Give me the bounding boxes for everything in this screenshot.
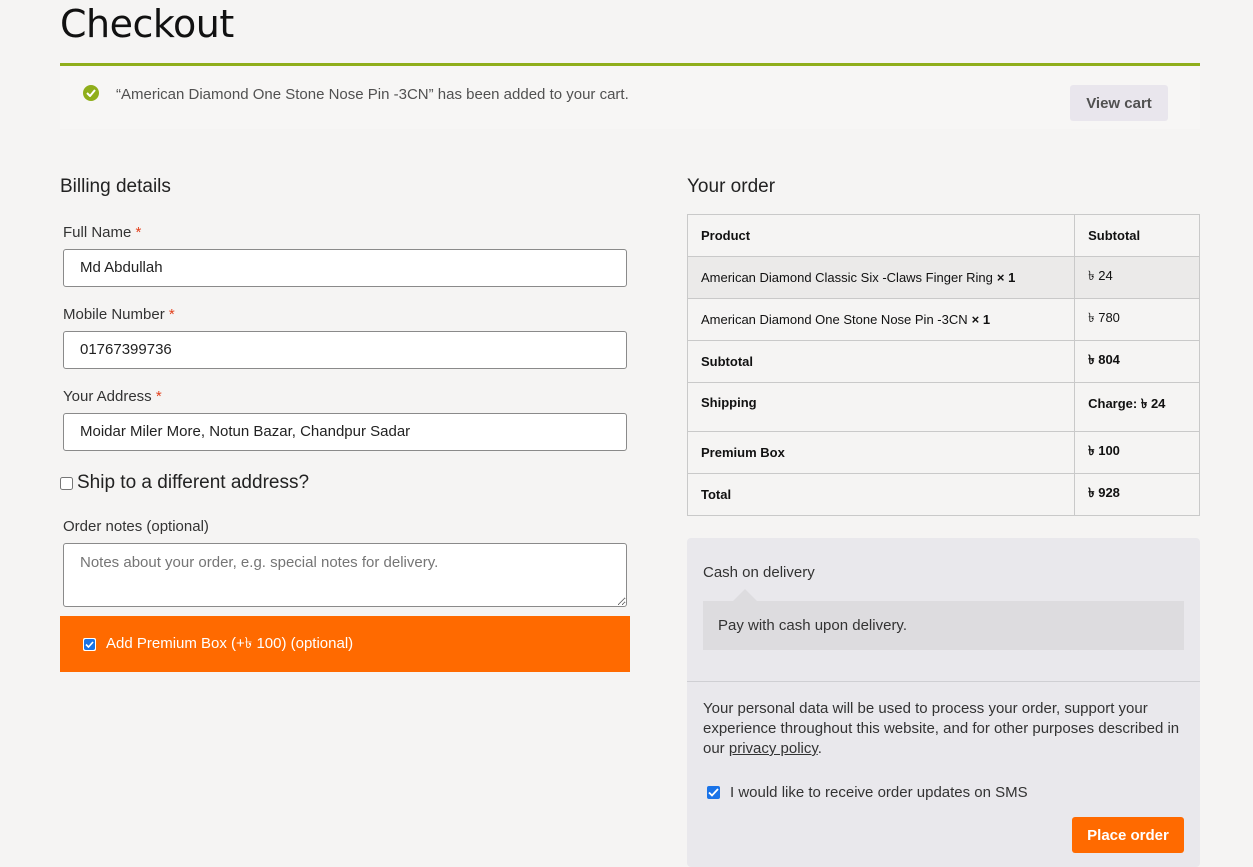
- view-cart-button[interactable]: View cart: [1070, 85, 1168, 121]
- payment-box-arrow: [733, 589, 757, 601]
- price-cell: ৳ 24: [1074, 256, 1200, 299]
- shipping-row: Shipping Charge: ৳ 24: [686, 382, 1200, 432]
- total-value: ৳ 928: [1074, 473, 1200, 516]
- payment-section: Cash on delivery Pay with cash upon deli…: [687, 538, 1200, 867]
- divider: [687, 681, 1200, 682]
- sms-updates-row[interactable]: I would like to receive order updates on…: [707, 784, 1028, 801]
- product-cell: American Diamond One Stone Nose Pin -3CN…: [686, 298, 1076, 341]
- mobile-number-input[interactable]: 01767399736: [63, 331, 627, 369]
- ship-different-checkbox[interactable]: [60, 476, 73, 490]
- product-cell: American Diamond Classic Six -Claws Fing…: [686, 256, 1076, 299]
- order-title: Your order: [687, 176, 776, 197]
- full-name-label: Full Name *: [63, 224, 142, 241]
- page-title: Checkout: [60, 2, 234, 46]
- privacy-policy-link[interactable]: privacy policy: [729, 740, 818, 757]
- sms-updates-checkbox[interactable]: [707, 786, 720, 799]
- table-row: American Diamond One Stone Nose Pin -3CN…: [686, 298, 1200, 341]
- total-label: Total: [686, 473, 1076, 516]
- billing-title: Billing details: [60, 176, 171, 197]
- address-input[interactable]: Moidar Miler More, Notun Bazar, Chandpur…: [63, 413, 627, 451]
- place-order-button[interactable]: Place order: [1072, 817, 1184, 853]
- premium-box-value: ৳ 100: [1074, 431, 1200, 474]
- price-cell: ৳ 780: [1074, 298, 1200, 341]
- table-row: American Diamond Classic Six -Claws Fing…: [686, 256, 1200, 299]
- subtotal-row: Subtotal ৳ 804: [686, 340, 1200, 383]
- order-notes-label: Order notes (optional): [63, 518, 209, 535]
- premium-box-label: Premium Box: [686, 431, 1076, 474]
- subtotal-header: Subtotal: [1074, 214, 1200, 257]
- privacy-notice: Your personal data will be used to proce…: [703, 700, 1180, 757]
- order-review-table: Product Subtotal American Diamond Classi…: [686, 214, 1200, 516]
- payment-description: Pay with cash upon delivery.: [703, 601, 1184, 650]
- premium-box-row: Premium Box ৳ 100: [686, 431, 1200, 474]
- table-header-row: Product Subtotal: [686, 214, 1200, 257]
- full-name-input[interactable]: Md Abdullah: [63, 249, 627, 287]
- premium-box-label: Add Premium Box (+৳ 100) (optional): [106, 634, 354, 652]
- address-label: Your Address *: [63, 388, 162, 405]
- subtotal-value: ৳ 804: [1074, 340, 1200, 383]
- success-check-icon: [83, 85, 99, 101]
- total-row: Total ৳ 928: [686, 473, 1200, 516]
- ship-different-label: Ship to a different address?: [77, 472, 310, 493]
- mobile-number-label: Mobile Number *: [63, 306, 175, 323]
- sms-updates-label: I would like to receive order updates on…: [730, 784, 1028, 801]
- order-notes-textarea[interactable]: [63, 543, 627, 607]
- shipping-value: Charge: ৳ 24: [1074, 382, 1200, 432]
- ship-different-row[interactable]: Ship to a different address?: [60, 472, 309, 494]
- notice-message: “American Diamond One Stone Nose Pin -3C…: [116, 86, 629, 103]
- cart-notice: “American Diamond One Stone Nose Pin -3C…: [60, 63, 1200, 129]
- shipping-label: Shipping: [686, 382, 1076, 432]
- subtotal-label: Subtotal: [686, 340, 1076, 383]
- premium-box-checkbox[interactable]: [83, 637, 96, 651]
- payment-method-label[interactable]: Cash on delivery: [703, 564, 815, 581]
- premium-box-option[interactable]: Add Premium Box (+৳ 100) (optional): [60, 616, 630, 672]
- product-header: Product: [686, 214, 1076, 257]
